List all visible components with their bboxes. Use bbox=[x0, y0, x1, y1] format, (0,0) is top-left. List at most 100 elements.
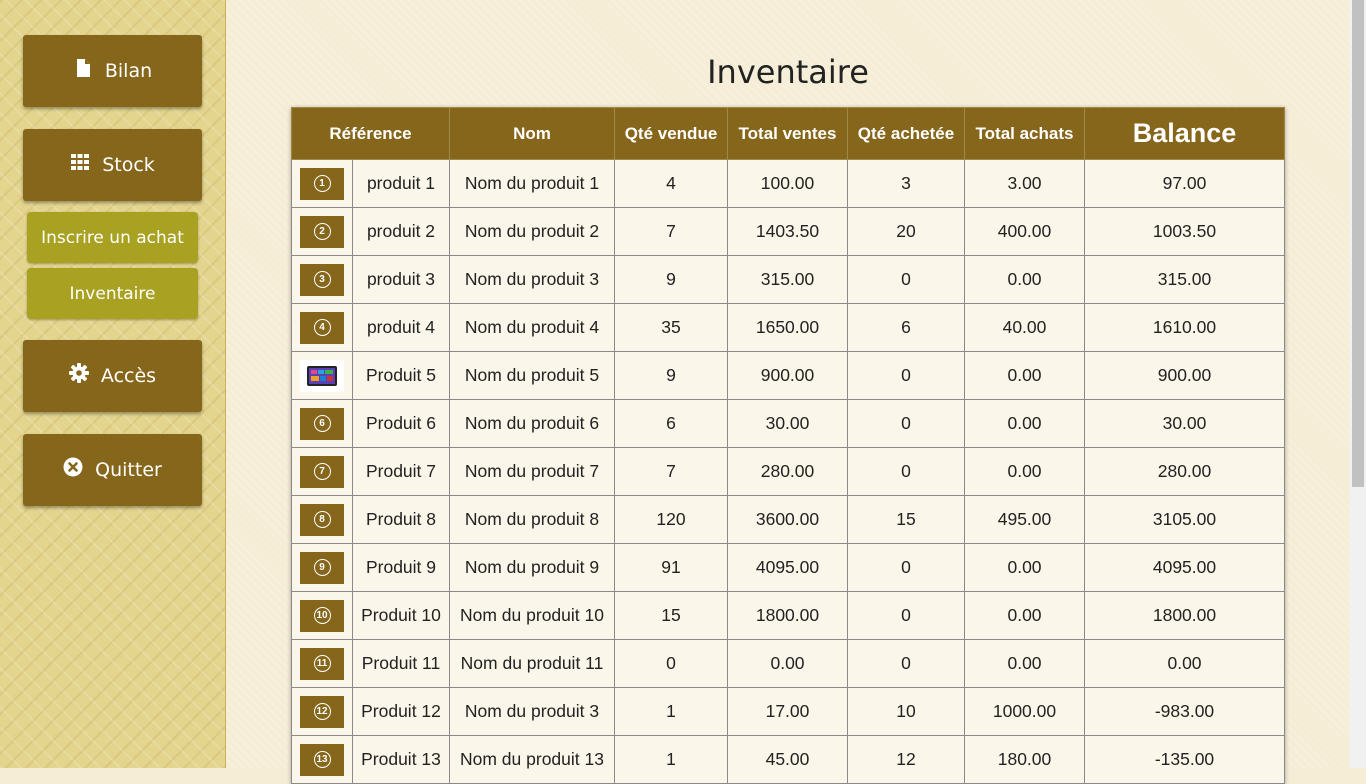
cell-total-ventes: 0.00 bbox=[727, 639, 848, 688]
cell-reference: Produit 6 bbox=[352, 399, 450, 448]
sidebar-item-quitter[interactable]: Quitter bbox=[23, 434, 202, 506]
circled-number-icon: 9 bbox=[313, 559, 331, 576]
inventory-table-body: 1 produit 1 Nom du produit 1 4 100.00 3 3.00 97… bbox=[291, 159, 1285, 784]
product-number-thumbnail: 13 bbox=[300, 743, 344, 776]
column-header-qte-vendue[interactable]: Qté vendue bbox=[614, 107, 728, 160]
cell-thumbnail: 9 bbox=[291, 543, 353, 592]
cell-nom: Nom du produit 10 bbox=[449, 591, 615, 640]
cell-balance: 1610.00 bbox=[1084, 303, 1285, 352]
cell-qte-vendue: 4 bbox=[614, 159, 728, 208]
table-row[interactable]: 3 produit 3 Nom du produit 3 9 315.00 0 0.00 31… bbox=[291, 255, 1285, 304]
file-icon bbox=[73, 58, 93, 78]
column-header-qte-achetee[interactable]: Qté achetée bbox=[847, 107, 965, 160]
cell-total-ventes: 315.00 bbox=[727, 255, 848, 304]
grid-icon bbox=[70, 152, 90, 172]
cell-qte-vendue: 7 bbox=[614, 447, 728, 496]
circled-number-icon: 4 bbox=[313, 319, 331, 336]
cell-qte-achetee: 3 bbox=[847, 159, 965, 208]
circled-number-icon: 3 bbox=[313, 271, 331, 288]
tablet-product-image bbox=[300, 359, 344, 392]
main-content: Inventaire Référence Nom Qté vendue Tota… bbox=[226, 0, 1350, 784]
table-row[interactable]: 10 Produit 10 Nom du produit 10 15 1800.00 0 0… bbox=[291, 591, 1285, 640]
circled-number-icon: 13 bbox=[313, 751, 331, 768]
circled-number-icon: 7 bbox=[313, 463, 331, 480]
cell-thumbnail: 7 bbox=[291, 447, 353, 496]
sidebar-item-label: Bilan bbox=[104, 60, 153, 82]
cell-balance: 3105.00 bbox=[1084, 495, 1285, 544]
cell-reference: Produit 11 bbox=[352, 639, 450, 688]
cell-reference: Produit 9 bbox=[352, 543, 450, 592]
sidebar-item-label: Stock bbox=[102, 154, 155, 176]
circled-number-icon: 1 bbox=[313, 175, 331, 192]
sidebar-item-inscrire-achat[interactable]: Inscrire un achat bbox=[27, 212, 198, 263]
cell-total-achats: 0.00 bbox=[964, 447, 1085, 496]
cell-qte-achetee: 0 bbox=[847, 543, 965, 592]
cell-balance: 4095.00 bbox=[1084, 543, 1285, 592]
cell-nom: Nom du produit 3 bbox=[449, 255, 615, 304]
product-number-thumbnail: 6 bbox=[300, 407, 344, 440]
circled-number-icon: 6 bbox=[313, 415, 331, 432]
cell-balance: 0.00 bbox=[1084, 639, 1285, 688]
table-row[interactable]: 2 produit 2 Nom du produit 2 7 1403.50 20 400.… bbox=[291, 207, 1285, 256]
product-number-thumbnail: 2 bbox=[300, 215, 344, 248]
cell-thumbnail: 3 bbox=[291, 255, 353, 304]
table-row[interactable]: 1 produit 1 Nom du produit 1 4 100.00 3 3.00 97… bbox=[291, 159, 1285, 208]
column-header-nom[interactable]: Nom bbox=[449, 107, 615, 160]
sidebar-item-label: Accès bbox=[100, 365, 157, 387]
gear-icon bbox=[68, 363, 89, 383]
cell-nom: Nom du produit 13 bbox=[449, 735, 615, 784]
table-row[interactable]: 13 Produit 13 Nom du produit 13 1 45.00 12 180… bbox=[291, 735, 1285, 784]
cell-nom: Nom du produit 5 bbox=[449, 351, 615, 400]
cell-balance: -983.00 bbox=[1084, 687, 1285, 736]
cell-total-ventes: 100.00 bbox=[727, 159, 848, 208]
cell-total-achats: 495.00 bbox=[964, 495, 1085, 544]
column-header-balance[interactable]: Balance bbox=[1084, 107, 1285, 160]
sidebar-item-stock[interactable]: Stock bbox=[23, 129, 202, 201]
cell-qte-achetee: 0 bbox=[847, 399, 965, 448]
cell-total-ventes: 4095.00 bbox=[727, 543, 848, 592]
cell-qte-achetee: 0 bbox=[847, 255, 965, 304]
column-header-total-ventes[interactable]: Total ventes bbox=[727, 107, 848, 160]
cell-total-achats: 0.00 bbox=[964, 351, 1085, 400]
column-header-reference[interactable]: Référence bbox=[291, 107, 450, 160]
cell-total-achats: 0.00 bbox=[964, 639, 1085, 688]
cell-total-ventes: 3600.00 bbox=[727, 495, 848, 544]
cell-reference: produit 4 bbox=[352, 303, 450, 352]
cell-thumbnail bbox=[291, 351, 353, 400]
column-header-total-achats[interactable]: Total achats bbox=[964, 107, 1085, 160]
cell-thumbnail: 12 bbox=[291, 687, 353, 736]
cell-qte-vendue: 15 bbox=[614, 591, 728, 640]
cell-thumbnail: 4 bbox=[291, 303, 353, 352]
table-row[interactable]: Produit 5 Nom du produit 5 9 900.00 0 0.00 900… bbox=[291, 351, 1285, 400]
cell-qte-achetee: 0 bbox=[847, 639, 965, 688]
inventory-table: Référence Nom Qté vendue Total ventes Qt… bbox=[291, 107, 1285, 784]
cell-nom: Nom du produit 2 bbox=[449, 207, 615, 256]
cell-thumbnail: 8 bbox=[291, 495, 353, 544]
scrollbar-thumb[interactable] bbox=[1352, 0, 1364, 487]
scrollbar[interactable] bbox=[1350, 0, 1366, 768]
cell-qte-vendue: 91 bbox=[614, 543, 728, 592]
sidebar-item-acces[interactable]: Accès bbox=[23, 340, 202, 412]
sidebar-item-label: Quitter bbox=[95, 459, 162, 481]
sidebar-item-bilan[interactable]: Bilan bbox=[23, 35, 202, 107]
cell-balance: 280.00 bbox=[1084, 447, 1285, 496]
sidebar-item-label: Inscrire un achat bbox=[41, 227, 184, 248]
product-number-thumbnail: 7 bbox=[300, 455, 344, 488]
cell-nom: Nom du produit 7 bbox=[449, 447, 615, 496]
table-row[interactable]: 11 Produit 11 Nom du produit 11 0 0.00 0 0.00 0… bbox=[291, 639, 1285, 688]
table-row[interactable]: 4 produit 4 Nom du produit 4 35 1650.00 6 40.0… bbox=[291, 303, 1285, 352]
cell-qte-vendue: 0 bbox=[614, 639, 728, 688]
sidebar-item-inventaire[interactable]: Inventaire bbox=[27, 268, 198, 319]
product-number-thumbnail: 11 bbox=[300, 647, 344, 680]
cell-qte-vendue: 7 bbox=[614, 207, 728, 256]
table-row[interactable]: 6 Produit 6 Nom du produit 6 6 30.00 0 0.00 30.… bbox=[291, 399, 1285, 448]
cell-balance: 1800.00 bbox=[1084, 591, 1285, 640]
table-row[interactable]: 12 Produit 12 Nom du produit 3 1 17.00 10 1000… bbox=[291, 687, 1285, 736]
cell-qte-vendue: 1 bbox=[614, 735, 728, 784]
cell-thumbnail: 13 bbox=[291, 735, 353, 784]
cell-total-achats: 0.00 bbox=[964, 543, 1085, 592]
cell-qte-achetee: 6 bbox=[847, 303, 965, 352]
table-row[interactable]: 8 Produit 8 Nom du produit 8 120 3600.00 15 49… bbox=[291, 495, 1285, 544]
table-row[interactable]: 9 Produit 9 Nom du produit 9 91 4095.00 0 0.00… bbox=[291, 543, 1285, 592]
table-row[interactable]: 7 Produit 7 Nom du produit 7 7 280.00 0 0.00 28… bbox=[291, 447, 1285, 496]
